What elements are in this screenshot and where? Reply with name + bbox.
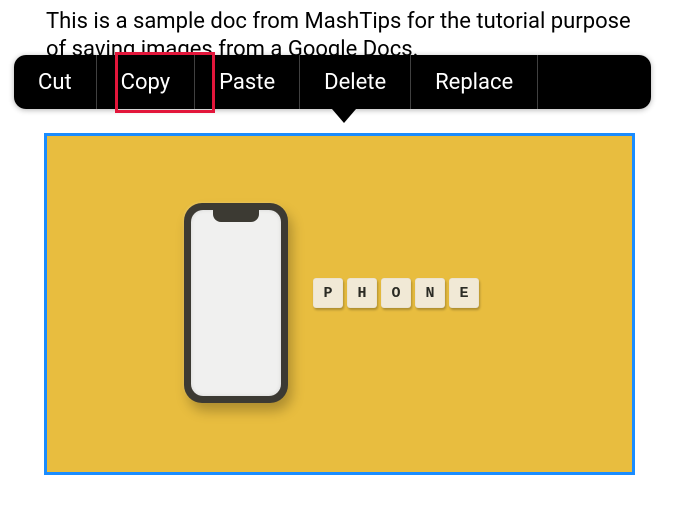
replace-button[interactable]: Replace <box>411 55 538 109</box>
tile-letter: N <box>415 278 445 308</box>
cut-button[interactable]: Cut <box>14 55 97 109</box>
phone-illustration <box>184 203 288 403</box>
tile-letter: O <box>381 278 411 308</box>
copy-button[interactable]: Copy <box>97 55 196 109</box>
tile-letter: H <box>347 278 377 308</box>
letter-tiles: P H O N E <box>313 278 479 308</box>
context-menu-pointer-icon <box>332 109 356 123</box>
paste-button[interactable]: Paste <box>195 55 300 109</box>
phone-notch <box>213 210 259 222</box>
tile-letter: E <box>449 278 479 308</box>
selected-image[interactable]: P H O N E <box>44 133 635 475</box>
delete-button[interactable]: Delete <box>300 55 411 109</box>
phone-screen <box>191 210 281 396</box>
image-content: P H O N E <box>47 136 632 472</box>
context-menu: Cut Copy Paste Delete Replace <box>14 55 651 109</box>
more-actions-button[interactable] <box>538 55 586 109</box>
tile-letter: P <box>313 278 343 308</box>
